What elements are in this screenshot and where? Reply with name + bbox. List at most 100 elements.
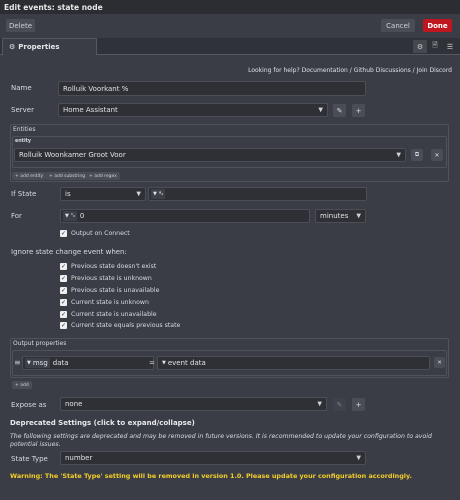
ignore-checkbox-label: Current state is unavailable	[71, 311, 157, 318]
entity-value: Rolluik Woonkamer Groot Voor	[19, 151, 126, 159]
ignore-checkbox-label: Current state equals previous state	[71, 322, 181, 329]
number-type-icon: ⁰₉	[70, 213, 75, 219]
edit-server-button[interactable]: ✎	[333, 104, 346, 117]
copy-icon: ⧉	[414, 151, 420, 158]
msg-type-label: msg	[32, 359, 48, 367]
chevron-down-icon: ▼	[356, 454, 361, 462]
type-selector[interactable]: ▼ ⁰₉	[63, 211, 77, 221]
string-type-icon: ª₂	[158, 191, 164, 197]
delete-button[interactable]: Delete	[6, 19, 35, 32]
server-select[interactable]: Home Assistant ▼	[58, 103, 328, 117]
output-properties-title: Output properties	[13, 340, 67, 347]
output-property-input[interactable]: ▼ msg data	[22, 356, 154, 370]
for-unit-value: minutes	[320, 212, 349, 220]
output-on-connect-checkbox[interactable]: ✓	[60, 230, 67, 237]
github-discussions-link[interactable]: Github Discussions	[354, 67, 411, 74]
tab-label: Properties	[18, 43, 60, 51]
chevron-down-icon: ▼	[396, 151, 401, 159]
chevron-down-icon: ▼	[136, 190, 141, 198]
chevron-down-icon: ▼	[356, 212, 361, 220]
gear-icon[interactable]: ⚙	[413, 40, 427, 53]
add-regex-button[interactable]: + add regex	[86, 172, 120, 180]
edit-expose-button[interactable]: ✎	[333, 398, 346, 411]
add-output-button[interactable]: + add	[12, 381, 32, 389]
pencil-icon: ✎	[336, 400, 343, 409]
for-value: 0	[79, 212, 85, 220]
plus-icon: +	[355, 400, 362, 409]
entities-title: Entities	[13, 126, 36, 133]
help-links: Looking for help? Documentation / Github…	[248, 67, 452, 74]
output-value-type: event data	[167, 359, 206, 367]
window-title: Edit events: state node	[0, 0, 460, 14]
ignore-checkbox[interactable]: ✓	[60, 322, 67, 329]
chevron-down-icon: ▼	[65, 213, 69, 219]
separator: /	[412, 67, 415, 74]
cancel-button[interactable]: Cancel	[381, 19, 415, 32]
output-property-name: data	[52, 359, 69, 367]
name-label: Name	[11, 84, 32, 92]
type-selector[interactable]: ▼ event data	[160, 358, 208, 368]
ignore-checkbox[interactable]: ✓	[60, 299, 67, 306]
remove-output-button[interactable]: ✕	[434, 357, 445, 368]
output-value-input[interactable]: ▼ event data	[157, 356, 430, 370]
documentation-link[interactable]: Documentation	[302, 67, 348, 74]
state-type-value: number	[65, 454, 93, 462]
ignore-checkbox-label: Previous state doesn't exist	[71, 263, 157, 270]
add-substring-button[interactable]: + add substring	[46, 172, 89, 180]
for-label: For	[11, 212, 22, 220]
drag-handle-icon[interactable]: ≡	[14, 358, 21, 367]
ignore-checkbox-label: Previous state is unavailable	[71, 287, 160, 294]
chevron-down-icon: ▼	[162, 360, 166, 366]
close-icon: ✕	[437, 359, 442, 366]
if-state-operator-value: is	[65, 190, 71, 198]
entity-select[interactable]: Rolluik Woonkamer Groot Voor ▼	[14, 148, 406, 162]
type-selector[interactable]: ▼ ª₂	[151, 189, 166, 199]
remove-entity-button[interactable]: ✕	[431, 149, 443, 161]
copy-entity-button[interactable]: ⧉	[411, 149, 423, 161]
state-type-label: State Type	[11, 455, 48, 463]
if-state-operator-select[interactable]: is ▼	[60, 187, 146, 201]
equals-sign: =	[149, 359, 155, 367]
join-discord-link[interactable]: Join Discord	[417, 67, 452, 74]
state-type-select[interactable]: number ▼	[60, 451, 366, 465]
chevron-down-icon: ▼	[153, 191, 157, 197]
document-icon[interactable]: 🗎	[428, 40, 442, 53]
add-entity-button[interactable]: + add entity	[12, 172, 47, 180]
type-selector[interactable]: ▼ msg	[25, 358, 50, 368]
output-on-connect-label: Output on Connect	[71, 230, 130, 237]
chevron-down-icon: ▼	[318, 106, 323, 114]
close-icon: ✕	[434, 151, 440, 159]
deprecated-settings-toggle[interactable]: Deprecated Settings (click to expand/col…	[10, 419, 195, 427]
ignore-title: Ignore state change event when:	[11, 248, 127, 256]
if-state-value-input[interactable]: ▼ ª₂	[148, 187, 367, 201]
ignore-checkbox[interactable]: ✓	[60, 275, 67, 282]
add-expose-button[interactable]: +	[352, 398, 365, 411]
expose-as-select[interactable]: none ▼	[60, 397, 327, 411]
separator: /	[349, 67, 352, 74]
pencil-icon: ✎	[336, 106, 343, 115]
entity-subtitle: entity	[15, 139, 32, 144]
for-unit-select[interactable]: minutes ▼	[315, 209, 366, 223]
ignore-checkbox-label: Previous state is unknown	[71, 275, 152, 282]
chevron-down-icon: ▼	[317, 400, 322, 408]
chevron-down-icon: ▼	[27, 360, 31, 366]
server-value: Home Assistant	[63, 106, 118, 114]
server-label: Server	[11, 106, 34, 114]
ignore-checkbox[interactable]: ✓	[60, 263, 67, 270]
for-value-input[interactable]: ▼ ⁰₉ 0	[60, 209, 310, 223]
if-state-label: If State	[11, 190, 37, 198]
expose-as-label: Expose as	[11, 401, 47, 409]
tab-properties[interactable]: ⚙ Properties	[2, 38, 97, 55]
ignore-checkbox[interactable]: ✓	[60, 311, 67, 318]
name-input[interactable]: Rolluik Voorkant %	[58, 81, 366, 96]
ignore-checkbox[interactable]: ✓	[60, 287, 67, 294]
done-button[interactable]: Done	[423, 19, 452, 32]
help-prefix: Looking for help?	[248, 67, 300, 74]
ignore-checkbox-label: Current state is unknown	[71, 299, 149, 306]
deprecated-description: The following settings are deprecated an…	[10, 433, 432, 448]
gear-icon: ⚙	[9, 43, 16, 51]
add-server-button[interactable]: +	[352, 104, 365, 117]
layers-icon[interactable]: ☰	[443, 40, 457, 53]
state-type-warning: Warning: The 'State Type' setting will b…	[10, 472, 412, 480]
expose-as-value: none	[65, 400, 83, 408]
